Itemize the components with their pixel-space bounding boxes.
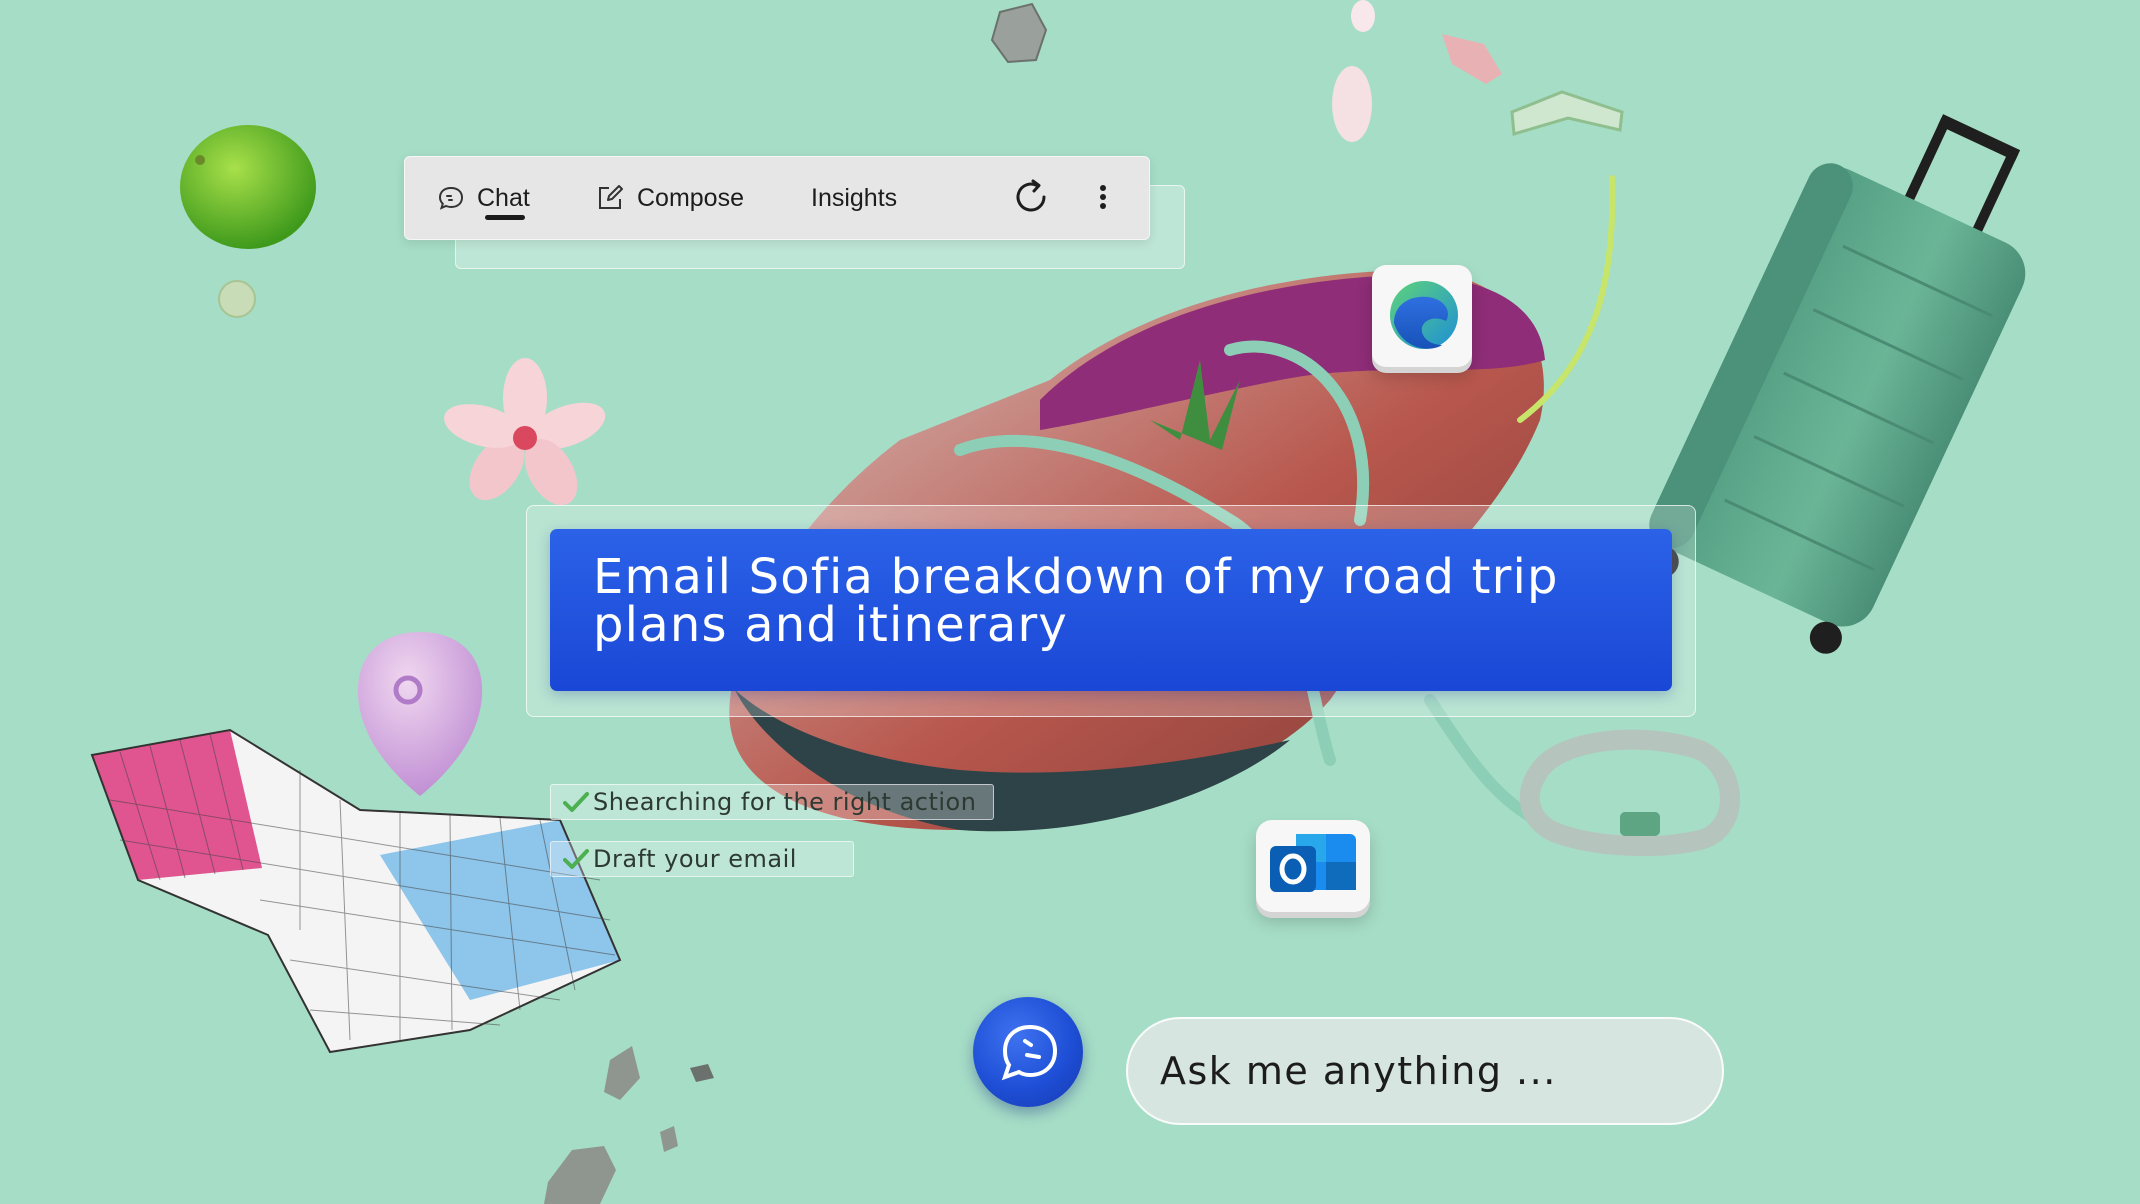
book-decoration bbox=[1510, 90, 1624, 136]
stone-decoration bbox=[544, 1146, 616, 1204]
stone-decoration bbox=[690, 1064, 714, 1082]
petal-decoration bbox=[1351, 0, 1375, 32]
stone-decoration bbox=[604, 1046, 640, 1100]
pearl-decoration bbox=[218, 280, 256, 318]
prompt-card[interactable]: Email Sofia breakdown of my road trip pl… bbox=[550, 529, 1672, 691]
more-vertical-icon bbox=[1098, 183, 1108, 216]
tab-label: Chat bbox=[477, 183, 530, 212]
stone-decoration bbox=[990, 2, 1048, 64]
carabiner-decoration bbox=[1519, 729, 1740, 857]
tab-chat[interactable]: Chat bbox=[437, 157, 530, 239]
refresh-button[interactable] bbox=[1009, 177, 1053, 221]
ask-chat-button[interactable] bbox=[973, 997, 1083, 1107]
active-tab-indicator bbox=[485, 215, 525, 220]
tab-label: Insights bbox=[811, 183, 898, 212]
tab-insights[interactable]: Insights bbox=[811, 157, 897, 239]
ask-placeholder: Ask me anything ... bbox=[1160, 1049, 1557, 1093]
refresh-icon bbox=[1011, 177, 1051, 222]
status-step: Draft your email bbox=[550, 841, 854, 877]
petal-decoration bbox=[1442, 34, 1502, 84]
edge-app-tile[interactable] bbox=[1372, 265, 1472, 367]
ask-input[interactable]: Ask me anything ... bbox=[1126, 1017, 1724, 1125]
chat-bubble-icon bbox=[437, 184, 465, 212]
grid-map-decoration bbox=[90, 728, 622, 1054]
copilot-toolbar: Chat Compose Insights bbox=[404, 156, 1150, 240]
edge-icon bbox=[1372, 281, 1472, 371]
prompt-text-line: plans and itinerary bbox=[593, 597, 1069, 653]
step-label: Shearching for the right action bbox=[593, 788, 977, 816]
petal-decoration bbox=[1332, 66, 1372, 142]
tab-label: Compose bbox=[637, 183, 744, 212]
outlook-app-tile[interactable] bbox=[1256, 820, 1370, 912]
tab-compose[interactable]: Compose bbox=[595, 157, 744, 239]
checkmark-icon bbox=[563, 848, 589, 878]
outlook-icon bbox=[1256, 834, 1370, 916]
step-label: Draft your email bbox=[593, 845, 797, 873]
checkmark-icon bbox=[563, 791, 589, 821]
lime-decoration bbox=[180, 125, 316, 249]
stone-decoration bbox=[660, 1126, 678, 1152]
location-pin-decoration bbox=[357, 632, 483, 796]
chat-bubble-icon bbox=[973, 1024, 1083, 1111]
compose-pencil-icon bbox=[595, 183, 625, 213]
flower-decoration bbox=[444, 358, 606, 506]
prompt-text-line: Email Sofia breakdown of my road trip bbox=[593, 549, 1559, 605]
status-step: Shearching for the right action bbox=[550, 784, 994, 820]
more-options-button[interactable] bbox=[1081, 177, 1125, 221]
